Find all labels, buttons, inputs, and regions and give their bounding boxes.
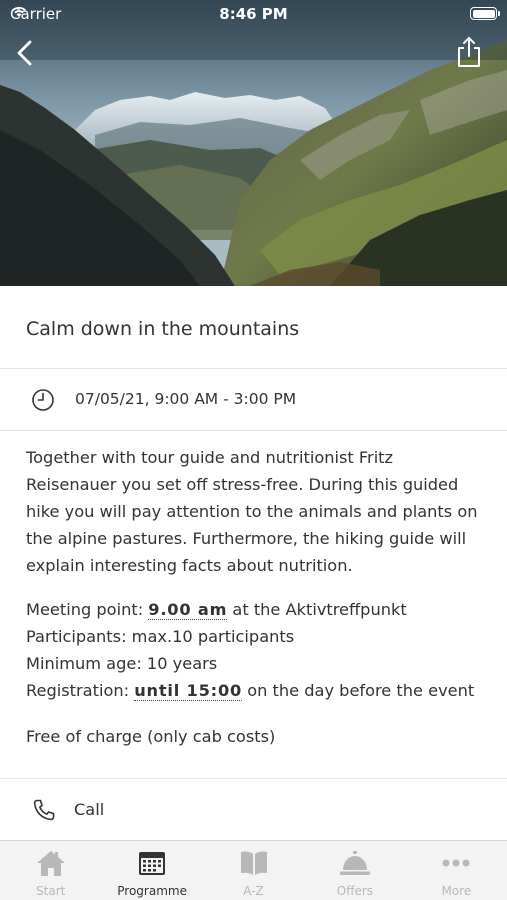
clock-icon — [32, 389, 54, 411]
participants-line: Participants: max.10 participants — [26, 627, 295, 646]
hero-image: Carrier 8:46 PM — [0, 0, 507, 286]
meeting-point-label: Meeting point: — [26, 600, 149, 619]
chevron-left-icon — [17, 40, 32, 66]
status-bar: Carrier 8:46 PM — [0, 0, 507, 28]
battery-icon — [470, 7, 500, 20]
calendar-icon — [139, 852, 166, 875]
mountain-landscape-image — [0, 0, 507, 286]
back-button[interactable] — [12, 38, 40, 68]
book-icon — [240, 851, 267, 875]
tab-label: Start — [36, 884, 66, 898]
tab-a-z[interactable]: A-Z — [203, 841, 304, 900]
clock-time: 8:46 PM — [219, 5, 288, 23]
tab-label: A-Z — [243, 884, 264, 898]
registration-time-link[interactable]: until 15:00 — [134, 681, 243, 701]
event-cost: Free of charge (only cab costs) — [26, 727, 276, 746]
event-description: Together with tour guide and nutritionis… — [26, 448, 478, 575]
tab-programme[interactable]: Programme — [101, 841, 202, 900]
event-info: Meeting point: 9.00 am at the Aktivtreff… — [26, 596, 496, 704]
tab-bar: Start Programme A-Z Offers More — [0, 840, 507, 900]
minimum-age-line: Minimum age: 10 years — [26, 654, 218, 673]
tab-label: Offers — [336, 884, 374, 898]
more-dots-icon — [442, 859, 470, 867]
tab-label: More — [441, 884, 472, 898]
tab-start[interactable]: Start — [0, 841, 101, 900]
title-section: Calm down in the mountains — [0, 286, 507, 369]
event-title: Calm down in the mountains — [26, 318, 300, 340]
share-button[interactable] — [455, 36, 483, 68]
share-icon — [458, 37, 480, 67]
service-bell-icon — [339, 851, 370, 875]
call-button[interactable]: Call — [0, 778, 507, 840]
registration-line: Registration: until 15:00 on the day bef… — [26, 677, 496, 704]
event-datetime: 07/05/21, 9:00 AM - 3:00 PM — [75, 390, 297, 408]
home-icon — [36, 851, 65, 876]
tab-more[interactable]: More — [406, 841, 507, 900]
meeting-place: at the Aktivtreffpunkt — [227, 600, 407, 619]
tab-offers[interactable]: Offers — [304, 841, 405, 900]
date-section: 07/05/21, 9:00 AM - 3:00 PM — [0, 369, 507, 431]
meeting-point-line: Meeting point: 9.00 am at the Aktivtreff… — [26, 596, 496, 623]
registration-label: Registration: — [26, 681, 135, 700]
registration-suffix: on the day before the event — [242, 681, 475, 700]
call-label: Call — [74, 800, 105, 819]
phone-icon — [33, 799, 55, 821]
tab-label: Programme — [117, 884, 187, 898]
meeting-time-link[interactable]: 9.00 am — [148, 600, 228, 620]
